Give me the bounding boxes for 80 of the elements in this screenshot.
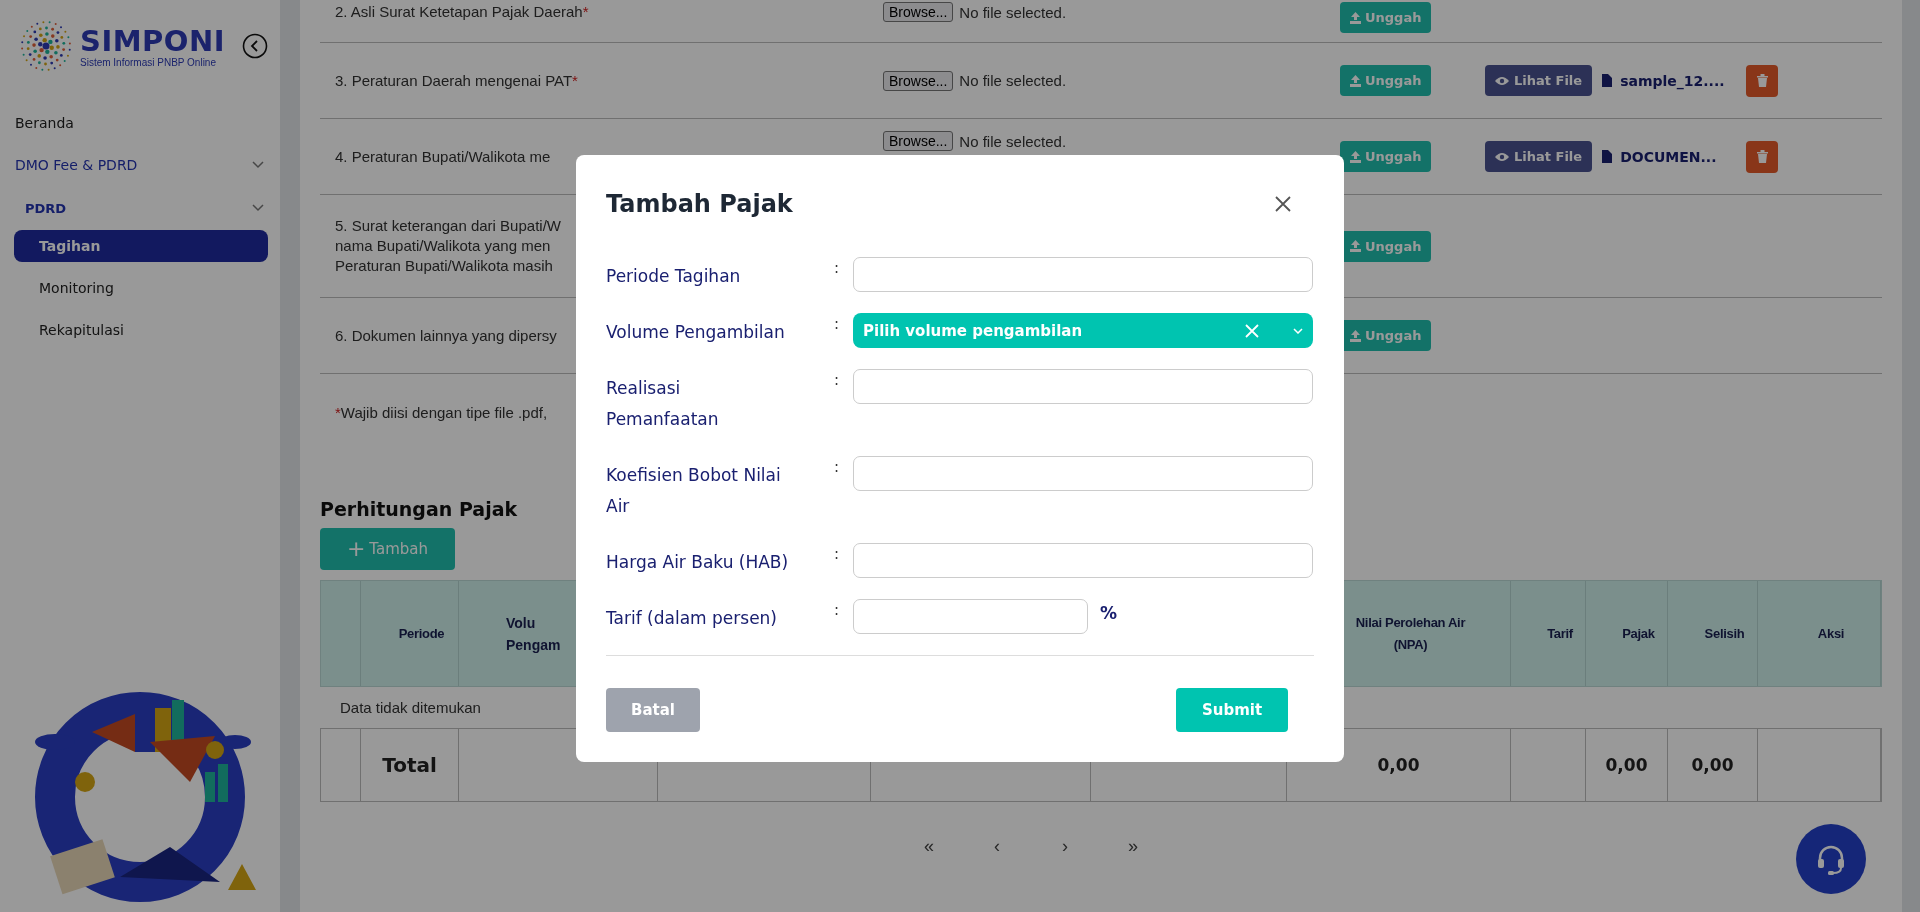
- delete-button[interactable]: [1746, 64, 1779, 97]
- clear-icon[interactable]: [1245, 323, 1259, 338]
- field-separator: :: [833, 600, 841, 619]
- table-cell: Total: [382, 753, 437, 777]
- browse-button[interactable]: Browse...: [883, 70, 954, 91]
- field-label: Volume Pengambilan: [606, 321, 786, 344]
- pagination-button[interactable]: »: [1121, 836, 1145, 857]
- column-header: Pajak: [1622, 624, 1655, 643]
- field-label: Koefisien Bobot Nilai Air: [606, 464, 782, 518]
- field-label: Harga Air Baku (HAB): [606, 551, 790, 574]
- table-cell: 0,00: [1377, 755, 1420, 775]
- modal-title: Tambah Pajak: [606, 190, 793, 218]
- document-label: 6. Dokumen lainnya yang dipersy: [335, 325, 557, 346]
- field-label: Periode Tagihan: [606, 265, 742, 288]
- column-header: Selisih: [1704, 624, 1745, 643]
- eye-icon: [1495, 75, 1509, 86]
- field-label: Realisasi Pemanfaatan: [606, 377, 720, 431]
- empty-message: Data tidak ditemukan: [340, 699, 481, 716]
- menu-item[interactable]: Beranda: [0, 102, 280, 144]
- pagination-button[interactable]: «: [917, 836, 941, 857]
- logo-subtitle: Sistem Informasi PNBP Online: [80, 56, 217, 68]
- file-status: No file selected.: [959, 3, 1067, 21]
- collapse-icon[interactable]: [242, 33, 268, 59]
- note-text: *Wajib diisi dengan tipe file .pdf,: [335, 404, 548, 423]
- file-name[interactable]: DOCUMEN...: [1620, 148, 1739, 165]
- section-title: Perhitungan Pajak: [320, 498, 518, 520]
- field-separator: :: [833, 258, 841, 277]
- menu-item[interactable]: PDRD: [0, 186, 280, 230]
- menu-item[interactable]: DMO Fee & PDRD: [0, 144, 280, 186]
- upload-icon: [1350, 240, 1361, 252]
- document-label: 3. Peraturan Daerah mengenai PAT*: [335, 70, 578, 91]
- browse-button[interactable]: Browse...: [883, 131, 954, 151]
- file-icon: [1602, 74, 1613, 87]
- percent-sign: %: [1100, 602, 1118, 623]
- column-header: Aksi: [1817, 624, 1845, 643]
- field-separator: :: [833, 314, 841, 333]
- trash-icon: [1756, 150, 1768, 163]
- input-field[interactable]: [853, 543, 1313, 578]
- column-header: Tarif: [1547, 624, 1573, 643]
- field-separator: :: [833, 457, 841, 476]
- menu-item[interactable]: Rekapitulasi: [14, 314, 268, 346]
- field-label: Tarif (dalam persen): [606, 607, 778, 630]
- upload-icon: [1350, 74, 1361, 87]
- input-field[interactable]: [853, 456, 1313, 491]
- input-field[interactable]: [853, 369, 1313, 404]
- file-status: No file selected.: [959, 72, 1067, 89]
- column-header: Volu Pengam: [506, 613, 561, 655]
- chevron-icon: [252, 204, 264, 212]
- document-label: 5. Surat keterangan dari Bupati/W nama Bupati/Walikota yang men Peraturan Bupati/Walikota masih: [335, 216, 561, 276]
- upload-icon: [1350, 150, 1361, 163]
- field-separator: :: [833, 370, 841, 389]
- upload-icon: [1350, 11, 1361, 24]
- input-field[interactable]: [853, 599, 1088, 634]
- chevron-icon: [1293, 327, 1303, 334]
- eye-icon: [1495, 151, 1509, 162]
- delete-button[interactable]: [1746, 140, 1779, 173]
- pagination-button[interactable]: ›: [1053, 836, 1077, 857]
- document-label: 2. Asli Surat Ketetapan Pajak Daerah*: [335, 2, 589, 22]
- table-cell: 0,00: [1691, 755, 1734, 775]
- view-file-button[interactable]: Lihat File: [1485, 141, 1593, 172]
- column-header: Periode: [398, 624, 445, 643]
- table-cell: 0,00: [1605, 755, 1648, 775]
- menu-item[interactable]: Monitoring: [14, 272, 268, 304]
- input-field[interactable]: [853, 257, 1313, 292]
- file-name[interactable]: sample_12....: [1620, 72, 1739, 89]
- document-label: 4. Peraturan Bupati/Walikota me: [335, 146, 551, 167]
- logo-title: SIMPONI: [80, 24, 225, 57]
- browse-button[interactable]: Browse...: [883, 2, 954, 22]
- field-separator: :: [833, 544, 841, 563]
- logo-icon: [18, 18, 74, 74]
- trash-icon: [1756, 74, 1768, 87]
- upload-icon: [1350, 329, 1361, 342]
- file-icon: [1602, 150, 1613, 163]
- chevron-icon: [252, 161, 264, 169]
- file-status: No file selected.: [959, 132, 1067, 150]
- view-file-button[interactable]: Lihat File: [1485, 65, 1593, 96]
- pagination-button[interactable]: ‹: [985, 836, 1009, 857]
- column-header: Nilai Perolehan Air (NPA): [1355, 613, 1466, 654]
- close-icon[interactable]: [1274, 195, 1292, 213]
- menu-item[interactable]: Tagihan: [14, 230, 268, 262]
